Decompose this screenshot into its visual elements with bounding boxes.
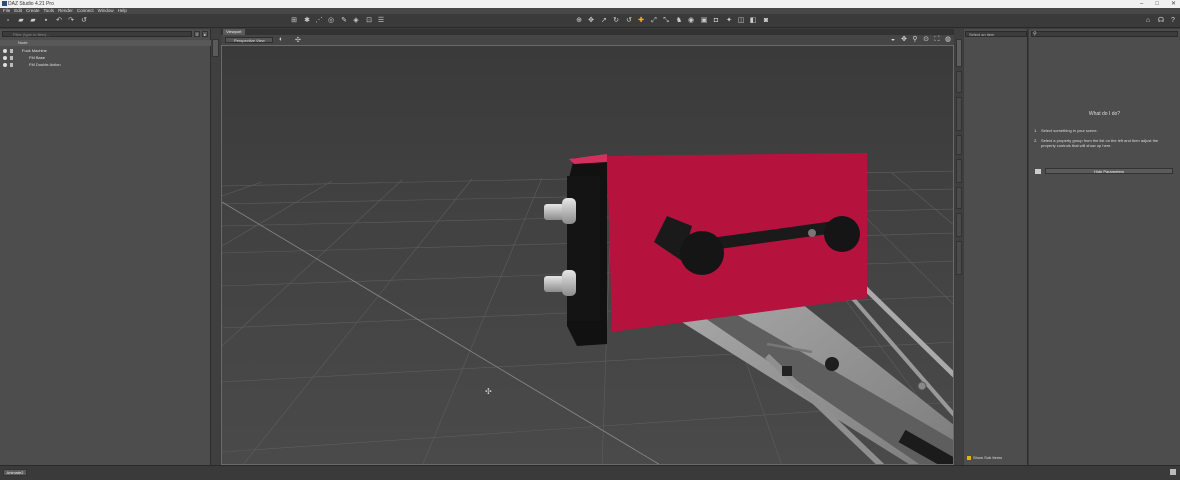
animate-tab[interactable]: Animate2 — [3, 469, 27, 476]
visibility-eye-icon[interactable] — [3, 49, 7, 53]
status-bar: Animate2 — [0, 465, 1180, 480]
node-select-icon[interactable]: ⊞ — [290, 17, 298, 25]
dolly-icon[interactable]: ⊙ — [922, 36, 930, 44]
tab-shaping[interactable] — [956, 97, 962, 131]
aim-icon[interactable]: ◍ — [944, 36, 952, 44]
scene-column-header: Node — [0, 40, 211, 46]
scene-item-fm-double-action[interactable]: FM Double Action — [0, 62, 211, 68]
tab-environment[interactable] — [956, 241, 962, 275]
scene-item-fm-base[interactable]: FM Base — [0, 55, 211, 61]
parameters-panel: ⚲ What do I do? 1. Select something in y… — [1029, 29, 1180, 465]
viewport-render: ✣ — [222, 46, 953, 464]
property-group-panel: Select an item Show Sub Items — [964, 29, 1028, 465]
light-icon[interactable]: ✦ — [725, 17, 733, 25]
orbit-icon[interactable]: ◒ — [889, 36, 897, 44]
transform-gizmo-icon[interactable]: ✣ — [485, 387, 492, 396]
scene-item-fuck-machine[interactable]: Fuck Machine — [0, 48, 211, 54]
lock-icon[interactable] — [10, 49, 13, 53]
group-select[interactable]: Select an item — [965, 31, 1027, 37]
node-weight-icon[interactable]: ◎ — [327, 17, 335, 25]
hide-parameters-button[interactable]: Hide Parameters — [1045, 168, 1173, 174]
home-icon[interactable]: ⌂ — [1144, 17, 1152, 25]
scene-side-tab[interactable] — [212, 39, 219, 57]
scene-panel: Filter (type to filter)... ≡ ▸ Node Fuck… — [0, 29, 211, 465]
main-toolbar: ▫ ▰ ▰ ▪ ↶ ↷ ↺ ⊞ ✱ ⋰ ◎ ✎ ◈ ⊡ ☰ ⊕ ✥ ➚ ↻ ↺ … — [0, 14, 1180, 28]
frame-icon[interactable]: ⛶ — [933, 36, 941, 44]
undo-icon[interactable]: ↶ — [55, 17, 63, 25]
scale-icon[interactable]: ⤢ — [650, 17, 658, 25]
image-icon[interactable]: ◘ — [712, 17, 720, 25]
checkbox-icon — [967, 455, 971, 460]
open-folder-icon[interactable]: ▰ — [17, 17, 25, 25]
app-icon — [2, 1, 7, 6]
tab-lights[interactable] — [956, 159, 962, 183]
joint-editor-icon[interactable]: ✱ — [303, 17, 311, 25]
tab-posing[interactable] — [956, 71, 962, 93]
translate-icon[interactable]: ↺ — [625, 17, 633, 25]
right-side-tabs — [955, 29, 963, 465]
3d-viewport[interactable]: ✣ — [221, 45, 954, 465]
help-step-1: 1. Select something in your scene. — [1034, 128, 1098, 133]
search-icon: ⚲ — [1033, 31, 1037, 37]
visibility-eye-icon[interactable] — [3, 56, 7, 60]
show-sub-items-checkbox[interactable]: Show Sub Items — [967, 455, 1002, 461]
lessons-icon[interactable]: ☊ — [1157, 17, 1165, 25]
universal-tool-icon[interactable]: ✥ — [587, 17, 595, 25]
geometry-editor-icon[interactable]: ⋰ — [315, 17, 323, 25]
message-icon[interactable] — [1170, 469, 1176, 475]
camera-render-icon[interactable]: ◫ — [737, 17, 745, 25]
scene-options-button[interactable]: ≡ — [194, 31, 200, 37]
window-title: DAZ Studio 4.21 Pro — [8, 1, 54, 7]
close-button[interactable]: ✕ — [1171, 0, 1176, 8]
maximize-button[interactable]: □ — [1155, 0, 1159, 8]
surface-select-icon[interactable]: ✎ — [340, 17, 348, 25]
align-icon[interactable]: ☰ — [377, 17, 385, 25]
figure-icon[interactable]: ♞ — [675, 17, 683, 25]
render-icon[interactable]: ▣ — [700, 17, 708, 25]
lock-icon[interactable] — [10, 56, 13, 60]
tab-cameras[interactable] — [956, 187, 962, 209]
camera-select[interactable]: Perspective View — [225, 37, 273, 43]
scene-menu-button[interactable]: ▸ — [202, 31, 208, 37]
minimize-button[interactable]: – — [1140, 0, 1143, 8]
redo-icon[interactable]: ↷ — [67, 17, 75, 25]
render-settings-icon[interactable]: ◉ — [687, 17, 695, 25]
pointer-icon[interactable]: ➚ — [600, 17, 608, 25]
tab-render[interactable] — [956, 213, 962, 237]
help-title: What do I do? — [1088, 111, 1121, 117]
title-bar: DAZ Studio 4.21 Pro – □ ✕ — [0, 0, 1180, 8]
hide-params-icon — [1035, 169, 1041, 174]
viewport-pane: Viewport Perspective View ◐ ✣ ◒ ✥ ⚲ ⊙ ⛶ … — [221, 29, 954, 465]
merge-icon[interactable]: ▰ — [29, 17, 37, 25]
active-pose-icon[interactable]: ✚ — [637, 17, 645, 25]
rotate-icon[interactable]: ↻ — [612, 17, 620, 25]
zoom-icon[interactable]: ⚲ — [911, 36, 919, 44]
new-file-icon[interactable]: ▫ — [4, 17, 12, 25]
camera-icon[interactable]: ◙ — [762, 17, 770, 25]
visibility-eye-icon[interactable] — [3, 63, 7, 67]
pin-icon[interactable]: ⤡ — [662, 17, 670, 25]
scene-item-label: Fuck Machine — [22, 48, 47, 53]
save-icon[interactable]: ▪ — [42, 17, 50, 25]
left-side-tabs — [211, 29, 220, 465]
scene-item-label: FM Base — [29, 55, 46, 60]
lock-icon[interactable] — [10, 63, 13, 67]
viewport-settings-icon[interactable]: ✣ — [295, 36, 301, 44]
tab-surfaces[interactable] — [956, 135, 962, 155]
refresh-icon[interactable]: ↺ — [80, 17, 88, 25]
draw-style-icon[interactable]: ◐ — [279, 36, 283, 43]
viewport-toolbar: Perspective View ◐ ✣ ◒ ✥ ⚲ ⊙ ⛶ ◍ — [221, 35, 954, 45]
iray-icon[interactable]: ◧ — [749, 17, 757, 25]
transform-icon[interactable]: ⊕ — [575, 17, 583, 25]
tab-parameters[interactable] — [956, 39, 962, 67]
help-icon[interactable]: ? — [1169, 17, 1177, 25]
pan-icon[interactable]: ✥ — [900, 36, 908, 44]
spot-render-icon[interactable]: ◈ — [352, 17, 360, 25]
region-nav-icon[interactable]: ⊡ — [365, 17, 373, 25]
scene-search-input[interactable]: Filter (type to filter)... — [2, 31, 192, 37]
help-step-2: 2. Select a property group from the list… — [1034, 138, 1159, 148]
parameters-search-input[interactable] — [1031, 31, 1178, 37]
scene-item-label: FM Double Action — [29, 62, 61, 67]
